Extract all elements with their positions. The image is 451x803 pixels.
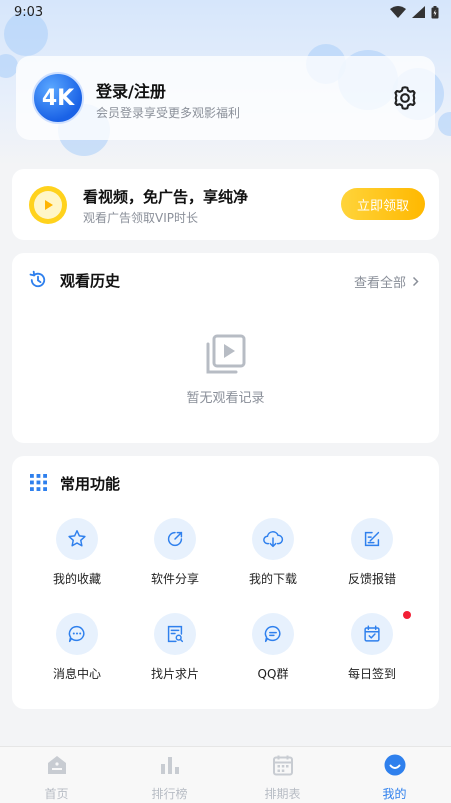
home-icon: [47, 756, 66, 774]
calendar-check-icon: [364, 625, 380, 642]
favorites-button[interactable]: 我的收藏: [28, 518, 126, 587]
my-downloads-label: 我的下载: [248, 572, 297, 586]
play-icon: [29, 186, 67, 224]
smile-icon: [384, 754, 405, 776]
login-subtitle: 会员登录享受更多观影福利: [96, 106, 241, 120]
message-center-button[interactable]: 消息中心: [28, 613, 126, 682]
wifi-icon: [390, 6, 406, 18]
search-doc-icon: [167, 625, 184, 643]
qq-group-button[interactable]: QQ群: [224, 613, 322, 682]
decorative-bubble: [438, 112, 451, 136]
functions-title: 常用功能: [60, 475, 121, 493]
bar-chart-icon: [160, 757, 179, 774]
share-app-button[interactable]: 软件分享: [126, 518, 224, 587]
nav-schedule-label: 排期表: [264, 787, 301, 801]
nav-mine[interactable]: 我的: [338, 753, 451, 802]
common-functions-card: 常用功能 我的收藏 软件分享 我的下载 反馈报错 消息中心 找片求片 QQ群 每…: [12, 456, 439, 709]
notification-dot: [403, 611, 411, 619]
status-icons: [390, 5, 439, 19]
login-register-title[interactable]: 登录/注册: [96, 78, 166, 102]
calendar-icon: [272, 755, 293, 776]
edit-icon: [364, 531, 380, 547]
ad-free-banner: 看视频，免广告，享纯净 观看广告领取VIP时长 立即领取: [12, 169, 439, 240]
request-movie-button[interactable]: 找片求片: [126, 613, 224, 682]
group-chat-icon: [264, 625, 281, 643]
daily-checkin-button[interactable]: 每日签到: [323, 613, 421, 682]
battery-icon: [431, 5, 439, 18]
signal-icon: [412, 6, 425, 18]
status-time: 9:03: [14, 4, 44, 20]
chevron-right-icon: [412, 276, 419, 287]
cloud-download-icon: [263, 531, 284, 548]
share-icon: [167, 531, 183, 547]
my-downloads-button[interactable]: 我的下载: [224, 518, 322, 587]
empty-video-icon: [206, 334, 246, 374]
view-all-link[interactable]: 查看全部: [354, 272, 419, 291]
daily-checkin-label: 每日签到: [347, 667, 396, 681]
nav-home-label: 首页: [44, 787, 69, 801]
watch-history-card: 观看历史 查看全部 暂无观看记录: [12, 253, 439, 443]
avatar[interactable]: 4K: [32, 72, 84, 124]
qq-group-label: QQ群: [257, 667, 289, 681]
nav-home[interactable]: 首页: [0, 753, 113, 802]
feedback-button[interactable]: 反馈报错: [323, 518, 421, 587]
feedback-label: 反馈报错: [347, 572, 396, 586]
gear-icon[interactable]: [391, 84, 419, 112]
profile-card[interactable]: 4K 登录/注册 会员登录享受更多观影福利: [16, 56, 435, 140]
empty-history-text: 暂无观看记录: [186, 391, 265, 406]
chat-bubble-icon: [68, 625, 85, 643]
ad-title: 看视频，免广告，享纯净: [83, 188, 249, 206]
nav-ranking-label: 排行榜: [151, 787, 188, 801]
share-app-label: 软件分享: [150, 572, 199, 586]
favorites-label: 我的收藏: [52, 572, 101, 586]
nav-ranking[interactable]: 排行榜: [113, 753, 226, 802]
nav-schedule[interactable]: 排期表: [226, 753, 339, 802]
status-bar: 9:03: [0, 0, 451, 24]
request-movie-label: 找片求片: [150, 667, 199, 681]
bottom-nav: 首页 排行榜 排期表 我的: [0, 746, 451, 803]
ad-subtitle: 观看广告领取VIP时长: [83, 211, 198, 225]
message-center-label: 消息中心: [52, 667, 101, 681]
history-title: 观看历史: [60, 272, 121, 290]
star-icon: [68, 530, 86, 547]
avatar-text: 4K: [41, 85, 75, 111]
nav-mine-label: 我的: [382, 787, 407, 801]
grid-icon: [30, 474, 47, 491]
view-all-label: 查看全部: [353, 276, 406, 291]
claim-now-button[interactable]: 立即领取: [341, 188, 425, 220]
history-icon: [29, 270, 46, 288]
